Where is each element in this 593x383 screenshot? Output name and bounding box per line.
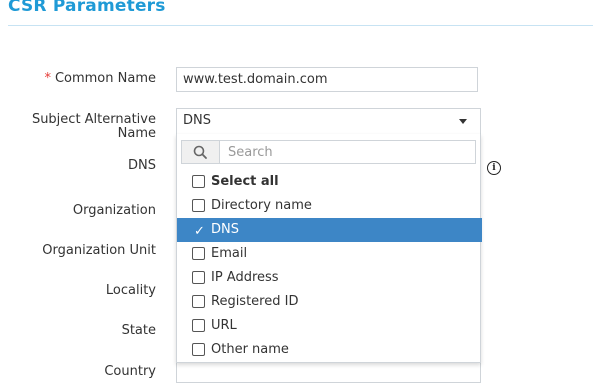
dropdown-search[interactable]: Search (181, 140, 476, 164)
search-icon (193, 145, 207, 159)
option-label: Directory name (211, 198, 312, 213)
dns-label: DNS (128, 158, 156, 173)
chevron-down-icon[interactable] (459, 119, 467, 124)
option-other-name[interactable]: Other name (177, 338, 482, 362)
checkbox[interactable] (192, 319, 205, 332)
checkbox[interactable] (192, 199, 205, 212)
option-label: Registered ID (211, 294, 299, 309)
checkmark-icon[interactable]: ✓ (194, 220, 205, 244)
option-ip-address[interactable]: IP Address (177, 266, 482, 290)
option-label: Other name (211, 342, 289, 357)
checkbox[interactable] (192, 175, 205, 188)
search-input[interactable]: Search (228, 145, 273, 160)
country-input[interactable] (176, 363, 481, 383)
common-name-label-text: Common Name (54, 71, 156, 86)
organization-label: Organization (72, 203, 156, 218)
option-email[interactable]: Email (177, 242, 482, 266)
san-select[interactable]: DNS (176, 108, 481, 134)
common-name-input[interactable]: www.test.domain.com (176, 67, 478, 92)
required-asterisk: * (44, 71, 51, 86)
checkbox[interactable] (192, 271, 205, 284)
san-label-line2: Name (117, 126, 156, 141)
option-registered-id[interactable]: Registered ID (177, 290, 482, 314)
page-title: CSR Parameters (8, 0, 166, 16)
info-icon[interactable]: i (487, 161, 501, 175)
search-button[interactable] (182, 141, 220, 163)
san-label: Subject Alternative Name (32, 113, 156, 141)
checkbox[interactable] (192, 295, 205, 308)
option-dns[interactable]: ✓ DNS (177, 218, 482, 242)
option-label: Email (211, 246, 248, 261)
option-url[interactable]: URL (177, 314, 482, 338)
option-label: URL (211, 318, 237, 333)
san-label-line1: Subject Alternative (31, 112, 156, 127)
san-select-value: DNS (183, 113, 211, 128)
common-name-label: * Common Name (44, 72, 156, 86)
option-label: IP Address (211, 270, 279, 285)
organization-unit-label: Organization Unit (42, 243, 156, 258)
checkbox[interactable] (192, 247, 205, 260)
option-label: DNS (211, 222, 239, 237)
locality-label: Locality (105, 283, 156, 298)
title-divider (8, 25, 593, 26)
option-select-all[interactable]: Select all (177, 170, 482, 194)
option-label: Select all (211, 174, 279, 189)
country-label: Country (104, 364, 156, 379)
state-label: State (121, 323, 156, 338)
option-directory-name[interactable]: Directory name (177, 194, 482, 218)
checkbox[interactable] (192, 343, 205, 356)
san-dropdown-menu: Search Select all Directory name ✓ DNS E… (176, 134, 482, 363)
